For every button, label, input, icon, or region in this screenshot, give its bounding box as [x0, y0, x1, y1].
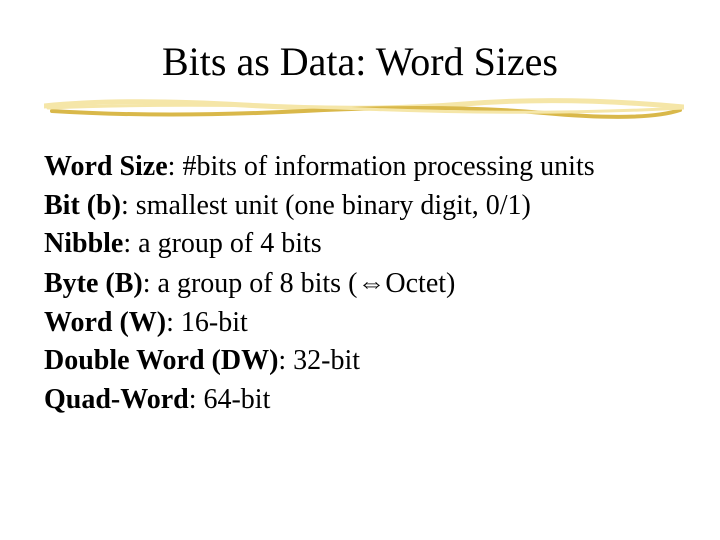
definition: : 32-bit [278, 345, 360, 376]
definition-part2: Octet) [385, 268, 455, 299]
line-byte: Byte (B): a group of 8 bits (⇔Octet) [44, 264, 684, 304]
line-word-size: Word Size: #bits of information processi… [44, 148, 684, 187]
definition: : a group of 4 bits [123, 228, 321, 259]
content-block: Word Size: #bits of information processi… [44, 148, 684, 419]
double-arrow-icon: ⇔ [357, 267, 385, 298]
definition: : 64-bit [189, 384, 271, 415]
definition: : #bits of information processing units [168, 151, 595, 182]
line-nibble: Nibble: a group of 4 bits [44, 225, 684, 264]
term: Byte (B) [44, 268, 143, 299]
term: Bit (b) [44, 190, 121, 221]
line-word: Word (W): 16-bit [44, 304, 684, 343]
term: Nibble [44, 228, 123, 259]
term: Word Size [44, 151, 168, 182]
slide-title: Bits as Data: Word Sizes [0, 38, 720, 85]
slide: Bits as Data: Word Sizes Word Size: #bit… [0, 0, 720, 540]
term: Quad-Word [44, 384, 189, 415]
term: Double Word (DW) [44, 345, 278, 376]
definition-part1: : a group of 8 bits ( [143, 268, 358, 299]
line-bit: Bit (b): smallest unit (one binary digit… [44, 187, 684, 226]
definition: : 16-bit [166, 307, 248, 338]
line-quad-word: Quad-Word: 64-bit [44, 381, 684, 420]
definition: : smallest unit (one binary digit, 0/1) [121, 190, 531, 221]
title-underline-decoration [44, 96, 684, 120]
line-double-word: Double Word (DW): 32-bit [44, 342, 684, 381]
term: Word (W) [44, 307, 166, 338]
